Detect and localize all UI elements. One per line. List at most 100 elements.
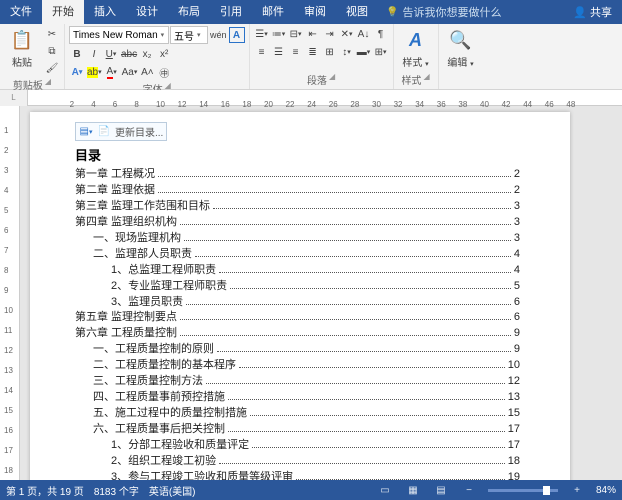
tab-mailings[interactable]: 邮件 xyxy=(252,0,294,24)
align-right-button[interactable]: ≡ xyxy=(288,44,304,60)
editing-button[interactable]: 🔍 编辑 ▾ xyxy=(443,26,479,71)
toc-line[interactable]: 二、监理部人员职责4 xyxy=(75,247,520,263)
tab-layout[interactable]: 布局 xyxy=(168,0,210,24)
toc-page: 4 xyxy=(514,263,520,279)
status-zoom[interactable]: 84% xyxy=(596,485,616,496)
change-case-button[interactable]: Aa▾ xyxy=(121,64,139,80)
toc-line[interactable]: 第六章 工程质量控制9 xyxy=(75,326,520,342)
subscript-button[interactable]: x₂ xyxy=(139,46,155,62)
page-scroll[interactable]: ▤▾ 📄 更新目录... 目录 第一章 工程概况2第二章 监理依据2第三章 监理… xyxy=(20,106,622,480)
toc-page: 3 xyxy=(514,199,520,215)
tab-home[interactable]: 开始 xyxy=(42,0,84,24)
toc-line[interactable]: 3、参与工程竣工验收和质量等级评审19 xyxy=(75,470,520,480)
view-read-button[interactable]: ▭ xyxy=(376,483,394,497)
toc-line[interactable]: 四、工程质量事前预控措施13 xyxy=(75,390,520,406)
bold-button[interactable]: B xyxy=(69,46,85,62)
ruler-horizontal[interactable]: L 24681012141618202224262830323436384042… xyxy=(0,90,622,106)
status-words[interactable]: 8183 个字 xyxy=(94,483,139,498)
superscript-button[interactable]: x² xyxy=(156,46,172,62)
toc-line[interactable]: 六、工程质量事后把关控制17 xyxy=(75,422,520,438)
view-print-button[interactable]: ▦ xyxy=(404,483,422,497)
toc-update-label[interactable]: 更新目录... xyxy=(115,124,163,139)
toc-line[interactable]: 三、工程质量控制方法12 xyxy=(75,374,520,390)
numbering-button[interactable]: ≔▾ xyxy=(271,26,287,42)
toc-line[interactable]: 第三章 监理工作范围和目标3 xyxy=(75,199,520,215)
toc-text: 1、分部工程验收和质量评定 xyxy=(111,438,249,454)
show-marks-button[interactable]: ¶ xyxy=(373,26,389,42)
decrease-indent-button[interactable]: ⇤ xyxy=(305,26,321,42)
align-left-button[interactable]: ≡ xyxy=(254,44,270,60)
bullets-button[interactable]: ☰▾ xyxy=(254,26,270,42)
ruler-vertical[interactable]: 1234567891011121314151617181920 xyxy=(0,106,20,480)
tab-references[interactable]: 引用 xyxy=(210,0,252,24)
share-icon: 👤 xyxy=(573,6,587,19)
paste-button[interactable]: 📋 粘贴 xyxy=(4,26,40,71)
styles-icon: A xyxy=(402,28,430,52)
status-lang[interactable]: 英语(美国) xyxy=(149,483,196,498)
font-name-combo[interactable]: Times New Roman▾ xyxy=(69,26,169,44)
view-web-button[interactable]: ▤ xyxy=(432,483,450,497)
font-size-combo[interactable]: 五号▾ xyxy=(170,26,208,44)
shading-button[interactable]: ▬▾ xyxy=(356,44,372,60)
styles-button[interactable]: A 样式 ▾ xyxy=(398,26,434,71)
align-center-button[interactable]: ☰ xyxy=(271,44,287,60)
character-border-button[interactable]: A xyxy=(229,27,245,43)
zoom-out-button[interactable]: − xyxy=(460,483,478,497)
toc-line[interactable]: 1、分部工程验收和质量评定17 xyxy=(75,438,520,454)
toc-line[interactable]: 2、组织工程竣工初验18 xyxy=(75,454,520,470)
tab-file[interactable]: 文件 xyxy=(0,0,42,24)
tab-insert[interactable]: 插入 xyxy=(84,0,126,24)
strikethrough-button[interactable]: abc xyxy=(120,46,138,62)
toc-page: 15 xyxy=(508,406,520,422)
line-spacing-button[interactable]: ↕▾ xyxy=(339,44,355,60)
toc-body[interactable]: 第一章 工程概况2第二章 监理依据2第三章 监理工作范围和目标3第四章 监理组织… xyxy=(75,167,520,480)
toc-line[interactable]: 2、专业监理工程师职责5 xyxy=(75,279,520,295)
format-painter-button[interactable]: 🖌 xyxy=(44,60,60,76)
italic-button[interactable]: I xyxy=(86,46,102,62)
text-effects-button[interactable]: A▾ xyxy=(69,64,85,80)
share-button[interactable]: 👤 共享 xyxy=(563,4,622,20)
toc-line[interactable]: 一、工程质量控制的原则9 xyxy=(75,342,520,358)
enclose-char-button[interactable]: ㊥ xyxy=(156,64,172,80)
toc-line[interactable]: 第二章 监理依据2 xyxy=(75,183,520,199)
tab-review[interactable]: 审阅 xyxy=(294,0,336,24)
toc-update-icon[interactable]: 📄 xyxy=(97,125,111,139)
increase-indent-button[interactable]: ⇥ xyxy=(322,26,338,42)
toc-page: 5 xyxy=(514,279,520,295)
toc-line[interactable]: 第一章 工程概况2 xyxy=(75,167,520,183)
highlight-button[interactable]: ab▾ xyxy=(86,64,103,80)
phonetic-guide-button[interactable]: wén xyxy=(209,27,228,43)
cut-button[interactable]: ✂ xyxy=(44,26,60,42)
distributed-button[interactable]: ⊞ xyxy=(322,44,338,60)
toc-line[interactable]: 1、总监理工程师职责4 xyxy=(75,263,520,279)
toc-title[interactable]: 目录 xyxy=(75,145,520,164)
copy-button[interactable]: ⧉ xyxy=(44,43,60,59)
document-page[interactable]: ▤▾ 📄 更新目录... 目录 第一章 工程概况2第二章 监理依据2第三章 监理… xyxy=(30,112,570,480)
toc-menu-icon[interactable]: ▤▾ xyxy=(79,125,93,139)
toc-line[interactable]: 五、施工过程中的质量控制措施15 xyxy=(75,406,520,422)
toc-line[interactable]: 3、监理员职责6 xyxy=(75,295,520,311)
group-font: Times New Roman▾ 五号▾ wén A B I U▾ abc x₂… xyxy=(65,24,250,89)
borders-button[interactable]: ⊞▾ xyxy=(373,44,389,60)
toc-line[interactable]: 一、现场监理机构3 xyxy=(75,231,520,247)
tab-view[interactable]: 视图 xyxy=(336,0,378,24)
zoom-in-button[interactable]: + xyxy=(568,483,586,497)
paragraph-launcher[interactable]: ◢ xyxy=(329,72,335,87)
tab-design[interactable]: 设计 xyxy=(126,0,168,24)
toc-line[interactable]: 第五章 监理控制要点6 xyxy=(75,310,520,326)
sort-button[interactable]: A↓ xyxy=(356,26,372,42)
asian-layout-button[interactable]: ✕▾ xyxy=(339,26,355,42)
tell-me[interactable]: 💡 告诉我你想要做什么 xyxy=(378,4,563,20)
underline-button[interactable]: U▾ xyxy=(103,46,119,62)
font-color-button[interactable]: A▾ xyxy=(104,64,120,80)
toc-line[interactable]: 第四章 监理组织机构3 xyxy=(75,215,520,231)
styles-launcher[interactable]: ◢ xyxy=(423,72,429,87)
justify-button[interactable]: ≣ xyxy=(305,44,321,60)
status-page[interactable]: 第 1 页，共 19 页 xyxy=(6,483,84,498)
toc-line[interactable]: 二、工程质量控制的基本程序10 xyxy=(75,358,520,374)
toc-page: 12 xyxy=(508,374,520,390)
zoom-slider[interactable] xyxy=(488,489,558,492)
ruler-corner[interactable]: L xyxy=(0,90,28,106)
grow-font-button[interactable]: A˄ xyxy=(139,64,155,80)
multilevel-button[interactable]: ⊟▾ xyxy=(288,26,304,42)
